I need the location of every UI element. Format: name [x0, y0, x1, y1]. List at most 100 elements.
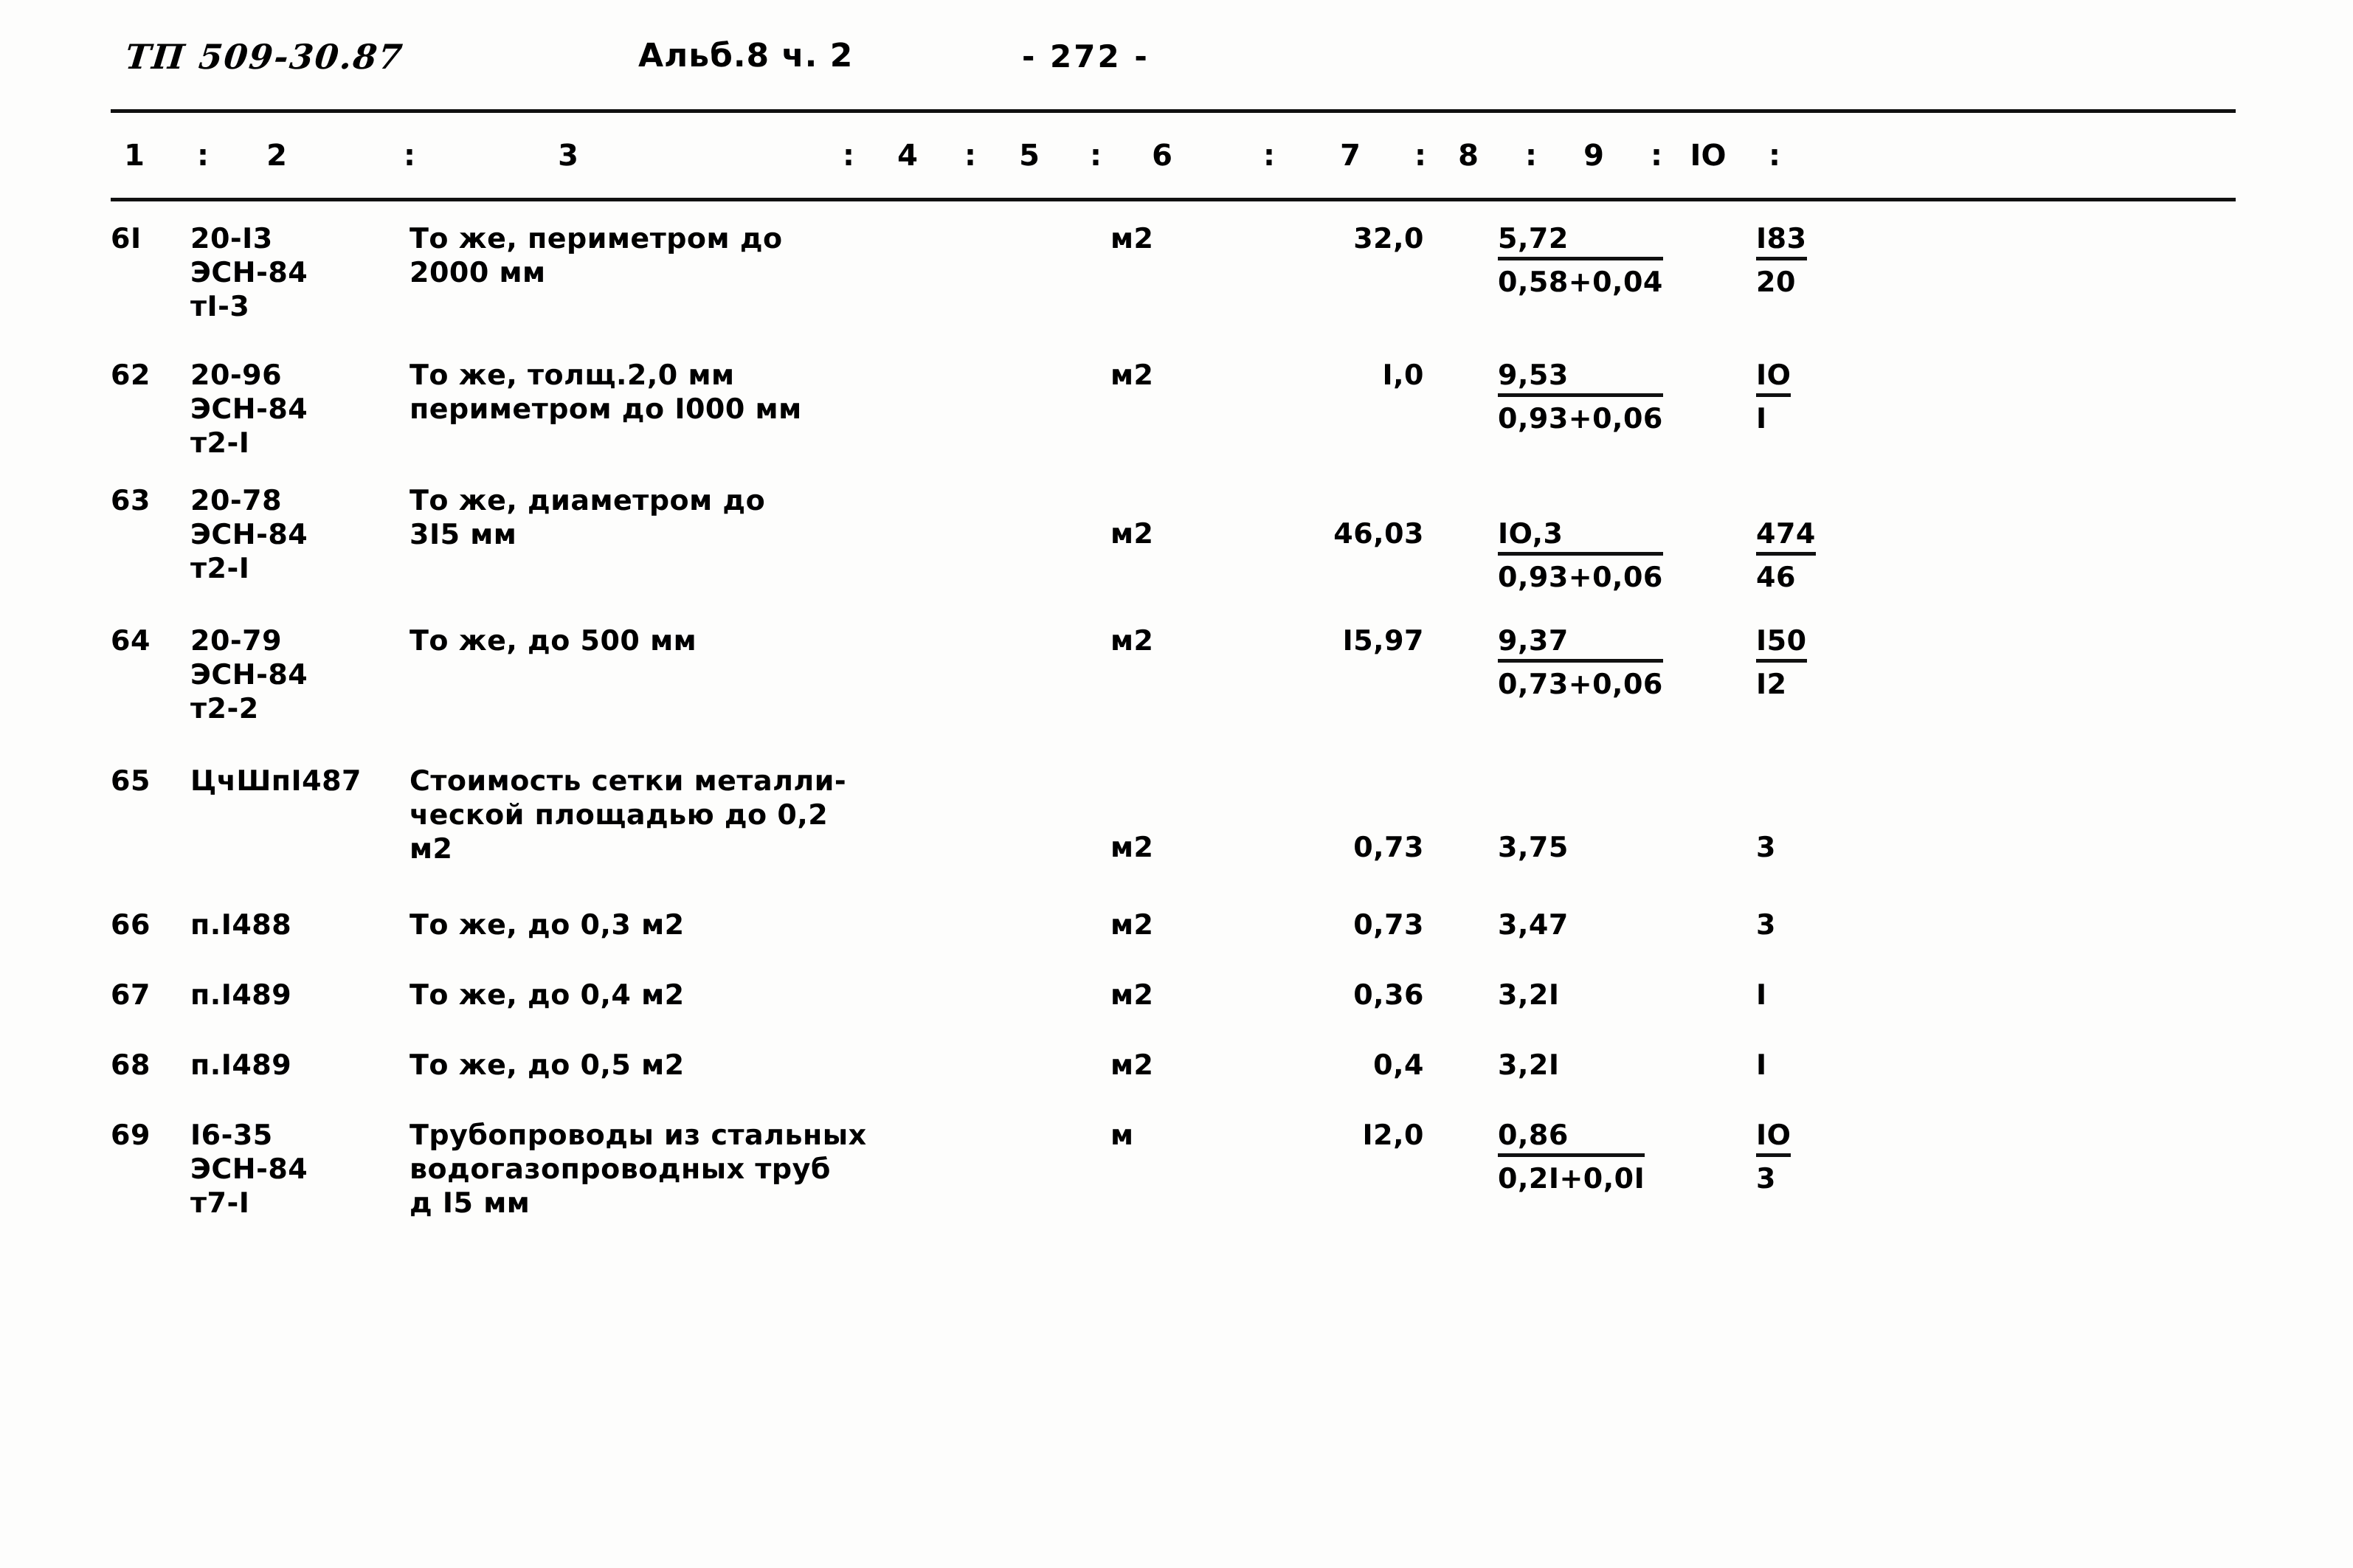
- description-line: То же, до 0,4 м2: [410, 978, 685, 1011]
- unit-price-value: 3,47: [1498, 908, 1569, 941]
- total-cost-value: 3: [1756, 831, 1776, 863]
- row-unit: м2: [1110, 624, 1154, 657]
- unit-price-numerator: 9,53: [1498, 358, 1663, 397]
- row-description: То же, до 0,5 м2: [410, 1048, 1015, 1082]
- unit-price-value: 3,75: [1498, 831, 1569, 863]
- row-unit-price: 3,75: [1498, 830, 1704, 864]
- row-unit-price: 0,86 0,2I+0,0I: [1498, 1118, 1704, 1195]
- row-norm-code: I6-35 ЭСН-84 т7-I: [190, 1118, 397, 1220]
- row-position-number: 69: [111, 1119, 151, 1151]
- norm-code-line: ЭСН-84: [190, 393, 308, 425]
- norm-code-line: I6-35: [190, 1119, 273, 1151]
- row-total-cost: I: [1756, 1048, 1948, 1082]
- row-unit-price: 3,2I: [1498, 978, 1704, 1012]
- column-separator: :: [964, 139, 976, 173]
- column-number-row: 1:2:3:4:5:6:7:8:9: IO:: [111, 139, 2250, 183]
- unit-price-denominator: 0,2I+0,0I: [1498, 1162, 1645, 1195]
- norm-code-line: т2-I: [190, 426, 250, 459]
- row-position-number: 67: [111, 978, 151, 1011]
- row-norm-code: п.I488: [190, 908, 397, 942]
- norm-code-line: ЦчШпI487: [190, 764, 362, 797]
- row-position-number: 64: [111, 624, 151, 657]
- total-cost-value: I: [1756, 1049, 1767, 1081]
- row-unit-price: 9,37 0,73+0,06: [1498, 624, 1704, 701]
- row-position-number: 62: [111, 359, 151, 391]
- column-separator: :: [404, 139, 415, 173]
- row-norm-code: 20-96 ЭСН-84 т2-I: [190, 358, 397, 460]
- row-quantity: 0,73: [1353, 831, 1424, 863]
- total-cost-denominator: 20: [1756, 266, 1796, 298]
- page-header: ТП 509-30.87 Альб.8 ч. 2 - 272 -: [0, 30, 2353, 89]
- total-cost-denominator: 3: [1756, 1162, 1776, 1195]
- unit-price-numerator: 0,86: [1498, 1118, 1645, 1157]
- column-separator: :: [1769, 139, 1780, 173]
- table-top-rule: [111, 109, 2236, 113]
- total-cost-value: 3: [1756, 908, 1776, 941]
- description-line: То же, до 500 мм: [410, 624, 697, 657]
- row-total-cost: I50 I2: [1756, 624, 1948, 701]
- row-norm-code: 20-78 ЭСН-84 т2-I: [190, 483, 397, 585]
- description-line: водогазопроводных труб: [410, 1153, 831, 1185]
- unit-price-denominator: 0,73+0,06: [1498, 668, 1663, 700]
- column-number-9: 9: [1583, 139, 1604, 173]
- row-norm-code: 20-79 ЭСН-84 т2-2: [190, 624, 397, 725]
- row-norm-code: 20-I3 ЭСН-84 тI-3: [190, 221, 397, 323]
- row-norm-code: п.I489: [190, 1048, 397, 1082]
- row-description: То же, толщ.2,0 мм периметром до I000 мм: [410, 358, 1015, 426]
- row-description: Трубопроводы из стальных водогазопроводны…: [410, 1118, 1015, 1220]
- description-line: д I5 мм: [410, 1187, 531, 1219]
- row-total-cost: 3: [1756, 830, 1948, 864]
- document-code: ТП 509-30.87: [123, 37, 406, 77]
- unit-price-denominator: 0,58+0,04: [1498, 266, 1663, 298]
- row-unit: м2: [1110, 517, 1154, 550]
- norm-code-line: п.I488: [190, 908, 292, 941]
- column-number-3: 3: [558, 139, 578, 173]
- norm-code-line: п.I489: [190, 1049, 292, 1081]
- column-number-IO: IO: [1690, 139, 1727, 173]
- unit-price-numerator: IO,3: [1498, 517, 1663, 556]
- norm-code-line: т7-I: [190, 1187, 250, 1219]
- description-line: То же, толщ.2,0 мм: [410, 359, 735, 391]
- table-bottom-rule: [111, 198, 2236, 201]
- column-number-8: 8: [1458, 139, 1479, 173]
- row-total-cost: IO I: [1756, 358, 1948, 435]
- norm-code-line: ЭСН-84: [190, 518, 308, 550]
- row-unit: м2: [1110, 222, 1154, 255]
- row-norm-code: ЦчШпI487: [190, 764, 397, 798]
- row-quantity: I5,97: [1342, 624, 1424, 657]
- row-description: То же, до 500 мм: [410, 624, 1015, 657]
- unit-price-value: 3,2I: [1498, 1049, 1560, 1081]
- row-total-cost: I83 20: [1756, 221, 1948, 299]
- row-unit-price: 3,47: [1498, 908, 1704, 942]
- description-line: То же, периметром до: [410, 222, 783, 255]
- column-separator: :: [197, 139, 209, 173]
- norm-code-line: ЭСН-84: [190, 658, 308, 691]
- column-separator: :: [1414, 139, 1426, 173]
- description-line: То же, до 0,5 м2: [410, 1049, 685, 1081]
- total-cost-numerator: IO: [1756, 1118, 1791, 1157]
- row-total-cost: 3: [1756, 908, 1948, 942]
- row-description: То же, до 0,4 м2: [410, 978, 1015, 1012]
- description-line: ческой площадью до 0,2: [410, 798, 829, 831]
- row-unit: м2: [1110, 978, 1154, 1011]
- row-position-number: 65: [111, 764, 151, 797]
- row-quantity: I,0: [1382, 359, 1424, 391]
- total-cost-denominator: I: [1756, 402, 1767, 435]
- description-line: Стоимость сетки металли-: [410, 764, 847, 797]
- norm-code-line: т2-I: [190, 552, 250, 584]
- description-line: м2: [410, 832, 453, 865]
- row-unit: м2: [1110, 359, 1154, 391]
- column-separator: :: [1651, 139, 1662, 173]
- norm-code-line: т2-2: [190, 692, 259, 725]
- total-cost-numerator: I50: [1756, 624, 1807, 663]
- row-unit-price: 3,2I: [1498, 1048, 1704, 1082]
- row-unit: м2: [1110, 831, 1154, 863]
- column-separator: :: [1263, 139, 1275, 173]
- row-quantity: 32,0: [1353, 222, 1424, 255]
- row-total-cost: I: [1756, 978, 1948, 1012]
- total-cost-numerator: I83: [1756, 221, 1807, 260]
- row-quantity: 0,73: [1353, 908, 1424, 941]
- album-label: Альб.8 ч. 2: [638, 37, 854, 75]
- row-unit: м: [1110, 1119, 1134, 1151]
- unit-price-numerator: 5,72: [1498, 221, 1663, 260]
